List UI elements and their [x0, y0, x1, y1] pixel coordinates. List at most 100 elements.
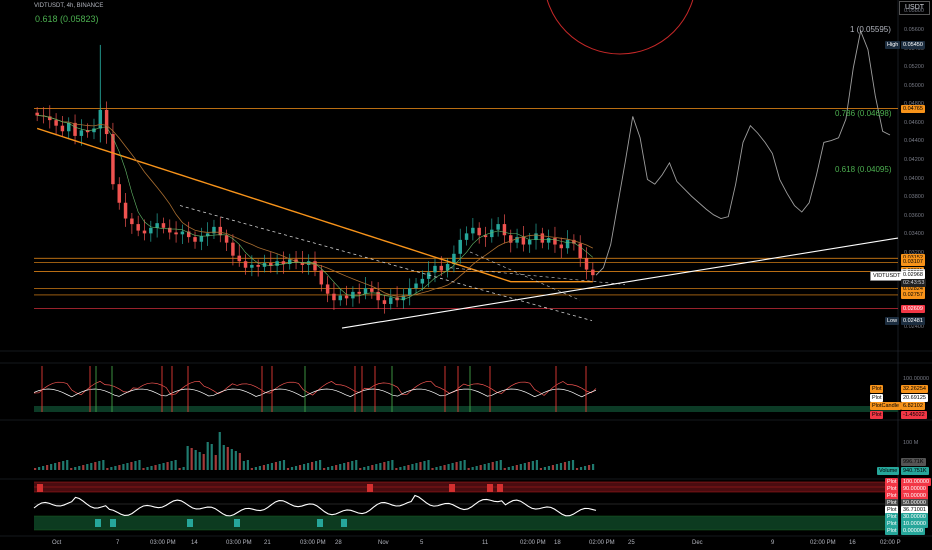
- volume-bar: [515, 465, 518, 470]
- volume-bar: [186, 446, 189, 470]
- volume-bar: [399, 467, 402, 470]
- volume-bar: [523, 463, 526, 470]
- volume-bar: [214, 455, 217, 470]
- price-tag-name: High: [885, 40, 901, 49]
- volume-bar: [170, 461, 173, 470]
- candle-body: [256, 264, 260, 267]
- volume-bar: [106, 468, 109, 470]
- volume-bar: [74, 467, 77, 470]
- x-tick-label: 03:00 PM: [226, 540, 252, 546]
- rsi-oversold-marker: [110, 519, 116, 527]
- candle-body: [332, 293, 336, 301]
- volume-bar: [343, 463, 346, 470]
- volume-bar: [539, 468, 542, 470]
- volume-bar: [543, 467, 547, 470]
- candle-body: [344, 295, 349, 299]
- candle-body: [313, 261, 317, 271]
- volume-bar: [194, 450, 197, 470]
- volume-bar: [182, 467, 185, 470]
- volume-bar: [459, 461, 462, 470]
- volume-bar: [198, 452, 201, 470]
- candle-body: [193, 237, 197, 242]
- volume-bar: [42, 466, 45, 470]
- x-tick-label: 14: [191, 540, 198, 546]
- candle-body: [199, 236, 204, 242]
- volume-bar: [258, 466, 261, 470]
- rsi-oversold-marker: [95, 519, 101, 527]
- candle-body: [382, 300, 387, 304]
- fib-level-label: 0.618 (0.04095): [835, 164, 892, 174]
- oscillator-tag-value: -1.45022: [901, 410, 927, 419]
- price-tag: 0.05450: [901, 40, 925, 49]
- candle-body: [117, 184, 121, 203]
- volume-bar: [146, 467, 149, 470]
- rsi-overbought-marker: [37, 484, 43, 492]
- volume-bar: [238, 453, 241, 470]
- x-tick-label: 03:00 PM: [150, 540, 176, 546]
- rsi-oversold-marker: [234, 519, 240, 527]
- candle-body: [73, 122, 77, 136]
- volume-bar: [387, 461, 390, 470]
- candle-body: [288, 259, 292, 265]
- candle-body: [250, 264, 254, 268]
- candle-body: [123, 202, 128, 219]
- volume-bar: [50, 464, 53, 470]
- candle-body: [168, 227, 172, 233]
- volume-bar: [547, 466, 551, 470]
- volume-bar: [475, 466, 478, 470]
- oscillator-tag-name: Plot: [870, 393, 884, 402]
- candle-body: [527, 239, 532, 245]
- bar-countdown: 02:43:53: [901, 279, 927, 288]
- last-price-value: 0.02968: [901, 271, 925, 280]
- volume-bar: [158, 464, 161, 470]
- candle-body: [111, 134, 115, 185]
- y-tick-label: 0.05000: [904, 82, 924, 89]
- x-tick-label: 18: [554, 540, 561, 546]
- candle-body: [496, 224, 500, 230]
- oscillator-tag-value: 20.69125: [901, 393, 928, 402]
- volume-bar: [335, 465, 338, 470]
- rsi-oversold-marker: [187, 519, 193, 527]
- volume-tag-value: 996.71K: [901, 458, 926, 466]
- volume-bar: [487, 463, 490, 470]
- rsi-overbought-marker: [449, 484, 455, 492]
- volume-tag-name: Volume: [877, 466, 900, 475]
- volume-bar: [286, 468, 290, 470]
- volume-bar: [218, 432, 221, 470]
- volume-bar: [371, 465, 374, 470]
- volume-bar: [551, 465, 555, 470]
- volume-bar: [575, 468, 579, 470]
- candle-body: [155, 223, 159, 228]
- projection-path: [595, 29, 891, 276]
- volume-bar: [435, 467, 438, 470]
- price-chart[interactable]: [0, 0, 932, 550]
- volume-bar: [327, 467, 330, 470]
- volume-bar: [579, 467, 583, 470]
- volume-bar: [62, 461, 65, 470]
- rsi-oversold-marker: [341, 519, 347, 527]
- volume-bar: [94, 462, 97, 470]
- volume-bar: [178, 468, 181, 470]
- price-tag: 0.03107: [901, 258, 925, 267]
- volume-bar: [535, 460, 538, 470]
- symbol-title: VIDTUSDT, 4h, BINANCE: [34, 3, 104, 9]
- candle-body: [60, 125, 65, 132]
- volume-bar: [162, 463, 165, 470]
- candle-body: [471, 227, 475, 234]
- volume-bar: [495, 461, 498, 470]
- volume-bar: [206, 442, 209, 470]
- volume-bar: [383, 462, 386, 470]
- candle-body: [130, 218, 134, 225]
- volume-bar: [54, 463, 57, 470]
- volume-bar: [479, 465, 482, 470]
- x-tick-label: 11: [482, 540, 489, 546]
- rsi-tag-value: 0.00000: [901, 527, 925, 535]
- price-tag-name: Low: [885, 316, 900, 325]
- candle-body: [439, 265, 444, 271]
- volume-bar: [431, 468, 434, 470]
- volume-bar: [439, 466, 442, 470]
- volume-bar: [587, 465, 591, 470]
- volume-tag-value: 940.751K: [901, 466, 929, 475]
- fib-level-label: 1 (0.05595): [850, 25, 891, 35]
- volume-bar: [262, 465, 266, 470]
